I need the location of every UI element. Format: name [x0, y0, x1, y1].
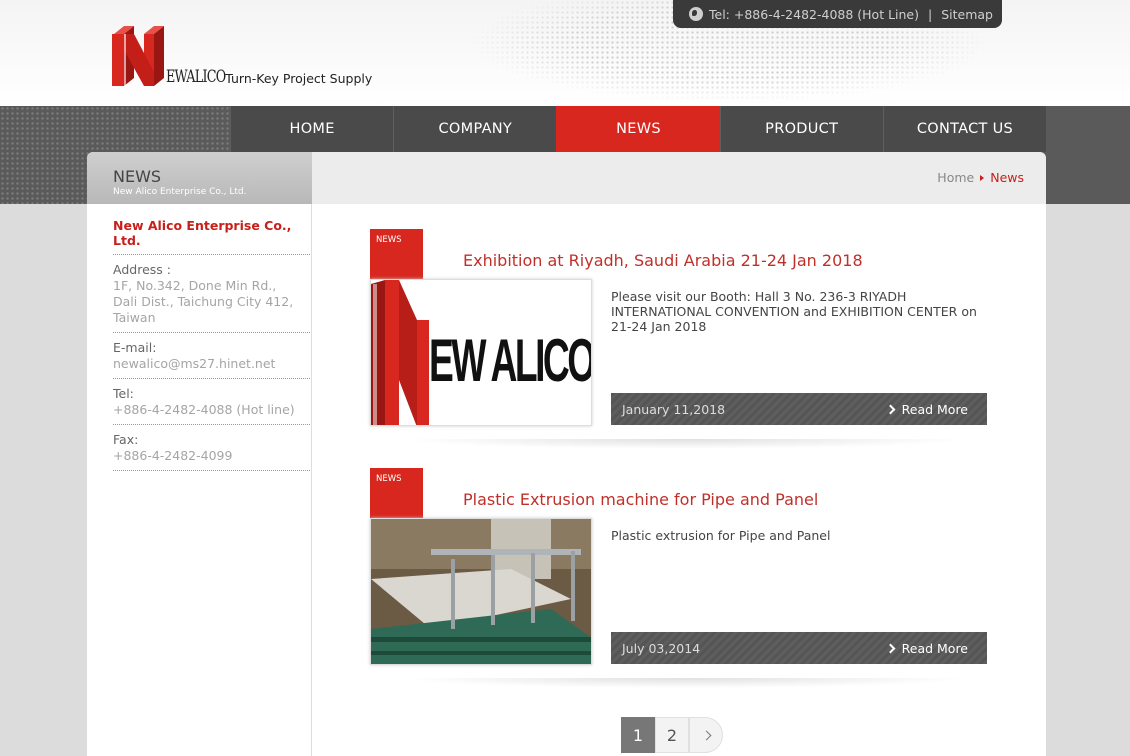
main-nav: HOME COMPANY NEWS PRODUCT CONTACT US [230, 106, 1046, 152]
page-2-button[interactable]: 2 [655, 717, 689, 753]
sidebar-contact: New Alico Enterprise Co., Ltd. Address :… [87, 204, 312, 756]
page-subtitle: New Alico Enterprise Co., Ltd. [113, 187, 247, 197]
chevron-right-icon [885, 643, 896, 653]
news-description: Plastic extrusion for Pipe and Panel [611, 528, 831, 543]
news-date: July 03,2014 [622, 640, 701, 656]
pagination: 1 2 [621, 717, 723, 753]
email-label: E-mail: [113, 340, 157, 355]
page-1-button[interactable]: 1 [621, 717, 655, 753]
address-line: Taiwan [113, 310, 156, 325]
site-logo[interactable]: EWALICO Turn-Key Project Supply [110, 24, 372, 88]
logo-n-mark [110, 24, 168, 88]
news-description: Please visit our Booth: Hall 3 No. 236-3… [611, 289, 977, 334]
news-title[interactable]: Plastic Extrusion machine for Pipe and P… [463, 490, 818, 509]
extrusion-machine-photo [371, 519, 591, 664]
read-more-label: Read More [901, 401, 968, 417]
sidebar-address: Address : 1F, No.342, Done Min Rd., Dali… [113, 255, 310, 333]
next-page-button[interactable] [689, 717, 723, 753]
nav-contact-us[interactable]: CONTACT US [882, 106, 1046, 152]
fax-label: Fax: [113, 432, 139, 447]
news-badge: NEWS [370, 468, 423, 518]
topbar-separator: | [928, 6, 933, 22]
read-more-button[interactable]: Read More [885, 640, 968, 656]
thumbnail-logo-text: EW ALICO [429, 327, 592, 394]
chevron-right-icon [701, 730, 711, 740]
chevron-right-icon [885, 404, 896, 414]
top-contact-bar: Tel: +886-4-2482-4088 (Hot Line) | Sitem… [673, 0, 1002, 28]
news-item: NEWS Plastic Extrusion machine for Pipe … [370, 468, 990, 688]
address-line: Dali Dist., Taichung City 412, [113, 294, 294, 309]
breadcrumb-home[interactable]: Home [937, 170, 974, 185]
page-title: NEWS [113, 167, 162, 186]
sidebar-company: New Alico Enterprise Co., Ltd. [113, 218, 310, 255]
sidebar-email: E-mail: newalico@ms27.hinet.net [113, 333, 310, 379]
address-label: Address : [113, 262, 171, 277]
globe-icon [689, 7, 703, 21]
tel-label: Tel: [113, 386, 134, 401]
news-footer: January 11,2018 Read More [611, 393, 987, 425]
nav-company[interactable]: COMPANY [393, 106, 556, 152]
news-thumbnail[interactable]: EW ALICO [370, 279, 592, 426]
item-shadow [400, 439, 970, 449]
breadcrumb: Home News [937, 170, 1024, 185]
sidebar-tel: Tel: +886-4-2482-4088 (Hot line) [113, 379, 310, 425]
news-badge: NEWS [370, 229, 423, 279]
email-value[interactable]: newalico@ms27.hinet.net [113, 356, 310, 372]
fax-value: +886-4-2482-4099 [113, 448, 233, 463]
nav-product[interactable]: PRODUCT [719, 106, 883, 152]
tel-value: +886-4-2482-4088 (Hot line) [113, 402, 295, 417]
item-shadow [400, 678, 970, 688]
news-item: NEWS EW ALICO Exhibition at Riyadh, Saud… [370, 229, 990, 449]
logo-wordmark: EWALICO [166, 67, 226, 87]
read-more-button[interactable]: Read More [885, 401, 968, 417]
logo-tagline: Turn-Key Project Supply [225, 71, 373, 86]
sidebar-fax: Fax: +886-4-2482-4099 [113, 425, 310, 471]
nav-news[interactable]: NEWS [556, 106, 720, 152]
page-title-box: NEWS New Alico Enterprise Co., Ltd. [87, 152, 312, 204]
sitemap-link[interactable]: Sitemap [941, 7, 993, 22]
breadcrumb-arrow-icon [980, 174, 985, 181]
news-date: January 11,2018 [622, 401, 726, 417]
news-footer: July 03,2014 Read More [611, 632, 987, 664]
news-title[interactable]: Exhibition at Riyadh, Saudi Arabia 21-24… [463, 251, 863, 270]
nav-home[interactable]: HOME [230, 106, 393, 152]
topbar-tel: Tel: +886-4-2482-4088 (Hot Line) [709, 6, 919, 22]
news-thumbnail[interactable] [370, 518, 592, 665]
address-line: 1F, No.342, Done Min Rd., [113, 278, 277, 293]
read-more-label: Read More [901, 640, 968, 656]
breadcrumb-current: News [990, 170, 1024, 185]
